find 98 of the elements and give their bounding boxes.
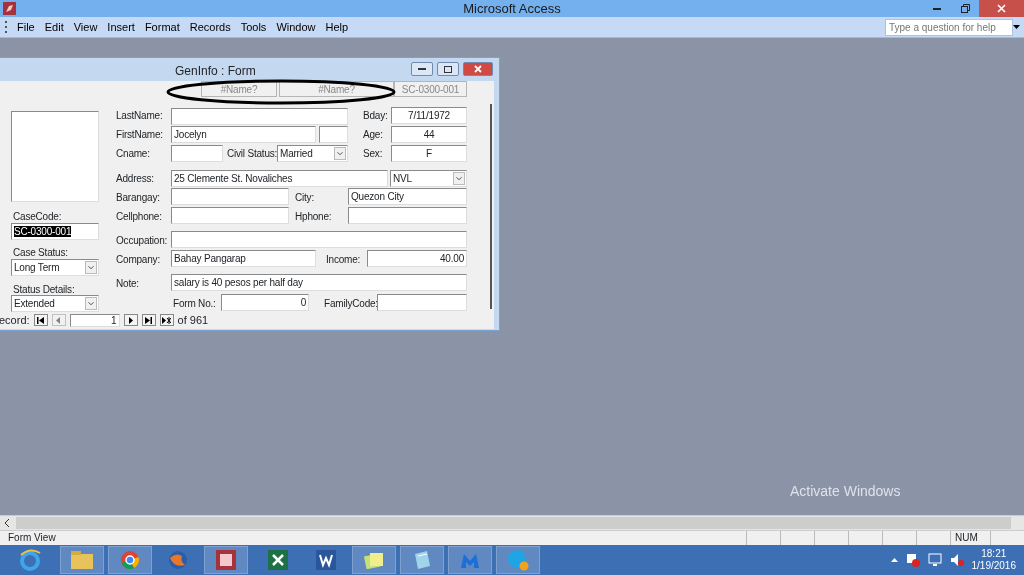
text-field[interactable]: SC-0300-001 — [11, 223, 99, 240]
menu-item[interactable]: Format — [139, 17, 185, 37]
text-field[interactable] — [171, 188, 289, 205]
menu-item[interactable]: Edit — [39, 17, 69, 37]
num-lock-indicator: NUM — [955, 532, 978, 543]
minimize-icon — [933, 7, 941, 10]
shield-m-icon[interactable] — [448, 546, 492, 574]
field-label: Civil Status: — [227, 147, 278, 161]
menu-item[interactable]: Records — [184, 17, 236, 37]
field-label: Address: — [116, 172, 154, 186]
activation-notice: Activate Windows — [790, 482, 901, 501]
last-record-icon — [144, 316, 154, 324]
restore-icon — [960, 4, 970, 13]
field-label: Status Details: — [13, 283, 75, 297]
field-label: LastName: — [116, 109, 163, 123]
field-label: FirstName: — [116, 128, 163, 142]
text-field[interactable] — [319, 126, 348, 143]
first-record-icon — [36, 316, 46, 324]
new-record-button[interactable] — [159, 314, 174, 327]
next-record-icon — [126, 316, 136, 324]
menu-item[interactable]: View — [68, 17, 103, 37]
menu-item[interactable]: Tools — [235, 17, 272, 37]
clock[interactable]: 18:21 1/19/2016 — [971, 548, 1016, 572]
next-record-button[interactable] — [123, 314, 138, 327]
text-field[interactable]: 0 — [221, 294, 309, 311]
text-field[interactable]: 44 — [391, 126, 467, 143]
menu-item[interactable]: Window — [271, 17, 321, 37]
field-label: Age: — [363, 128, 383, 142]
form-title: GenInfo : Form — [175, 63, 256, 80]
text-field[interactable]: Jocelyn — [171, 126, 316, 143]
record-label: ecord: — [0, 313, 30, 328]
chat-app-icon[interactable] — [496, 546, 540, 574]
dropdown-arrow-icon[interactable] — [1013, 25, 1020, 29]
field-label: CaseCode: — [13, 210, 62, 224]
field-label: Note: — [116, 277, 139, 291]
tray-arrow-icon[interactable] — [890, 558, 898, 562]
network-icon[interactable] — [927, 553, 942, 567]
scrollbar-thumb[interactable] — [16, 517, 1011, 529]
window-title: Microsoft Access — [463, 0, 561, 17]
dropdown-field[interactable]: NVL — [390, 170, 467, 187]
field-label: Cname: — [116, 147, 150, 161]
field-label: Cellphone: — [116, 210, 162, 224]
speaker-icon[interactable] — [949, 553, 964, 567]
dropdown-field[interactable]: Married — [277, 145, 348, 162]
field-label: Hphone: — [295, 210, 332, 224]
restore-icon — [444, 65, 452, 73]
record-number-field[interactable]: 1 — [69, 313, 120, 327]
text-field[interactable] — [171, 145, 223, 162]
text-field[interactable] — [348, 207, 467, 224]
first-record-button[interactable] — [33, 314, 48, 327]
field-label: City: — [295, 191, 314, 205]
field-label: Bday: — [363, 109, 388, 123]
text-field[interactable]: Bahay Pangarap — [171, 250, 316, 267]
text-field[interactable]: salary is 40 pesos per half day — [171, 274, 467, 291]
field-label: Sex: — [363, 147, 383, 161]
help-search-field[interactable]: Type a question for help — [885, 18, 1013, 36]
scroll-left-icon[interactable] — [4, 519, 10, 527]
field-label: Barangay: — [116, 191, 160, 205]
database-app-icon[interactable] — [204, 546, 248, 574]
status-text: Form View — [7, 531, 56, 545]
menu-item[interactable]: Insert — [102, 17, 140, 37]
chrome-icon[interactable] — [108, 546, 152, 574]
notepad-icon[interactable] — [400, 546, 444, 574]
text-field[interactable] — [171, 108, 348, 125]
field-label: FamilyCode: — [324, 297, 378, 311]
sticky-notes-icon[interactable] — [352, 546, 396, 574]
calculated-field: SC-0300-001 — [394, 81, 467, 97]
menu-item[interactable]: File — [12, 17, 40, 37]
close-button[interactable] — [463, 62, 493, 76]
text-field[interactable] — [171, 231, 467, 248]
minimize-icon — [418, 67, 426, 71]
last-record-button[interactable] — [141, 314, 156, 327]
new-record-icon — [162, 316, 172, 324]
field-label: Case Status: — [13, 246, 68, 260]
field-label: Occupation: — [116, 234, 168, 248]
flag-icon[interactable] — [905, 553, 920, 567]
text-field[interactable]: F — [391, 145, 467, 162]
text-field[interactable] — [171, 207, 289, 224]
close-button[interactable] — [979, 0, 1024, 17]
text-field[interactable]: 25 Clemente St. Novaliches — [171, 170, 388, 187]
close-icon — [997, 4, 1006, 13]
text-field[interactable] — [377, 294, 467, 311]
text-field[interactable]: Quezon City — [348, 188, 467, 205]
record-count: of 961 — [177, 313, 209, 328]
dropdown-field[interactable]: Extended — [11, 295, 99, 312]
text-field[interactable]: 7/11/1972 — [391, 107, 467, 124]
restore-button[interactable] — [437, 62, 459, 76]
dropdown-field[interactable]: Long Term — [11, 259, 99, 276]
field-label: Income: — [326, 253, 361, 267]
close-icon — [474, 65, 482, 73]
app-icon — [3, 2, 16, 15]
folder-icon[interactable] — [60, 546, 104, 574]
field-label: Form No.: — [173, 297, 216, 311]
grip-icon — [5, 21, 8, 33]
menu-item[interactable]: Help — [320, 17, 354, 37]
minimize-button[interactable] — [411, 62, 433, 76]
field-label: Company: — [116, 253, 160, 267]
text-field[interactable]: 40.00 — [367, 250, 467, 267]
